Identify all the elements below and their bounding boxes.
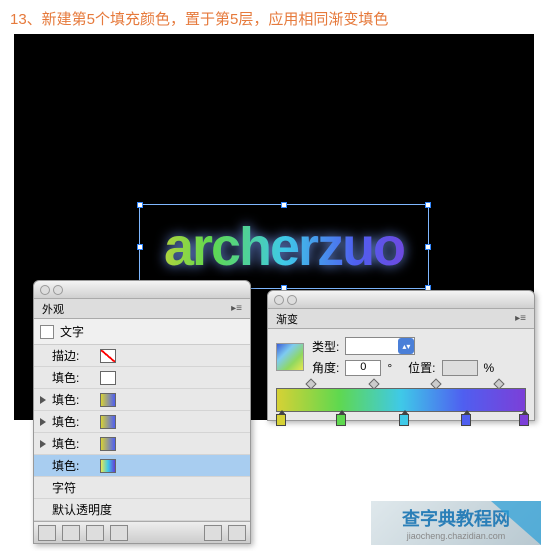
panel-titlebar[interactable] [268,291,534,309]
row-label: 填色: [52,435,100,452]
position-label: 位置: [408,359,435,376]
appearance-panel[interactable]: 外观 ▸≡ 文字 描边: 填色: 填色: 填色: 填色: [33,280,251,544]
watermark: 查字典教程网 jiaocheng.chazidian.com [371,501,541,545]
stroke-swatch-none[interactable] [100,349,116,363]
close-dot[interactable] [40,285,50,295]
tab-appearance[interactable]: 外观 [42,301,64,317]
gradient-stop[interactable] [461,414,471,426]
row-characters[interactable]: 字符 [34,477,250,499]
resize-handle-ml[interactable] [137,244,143,250]
position-unit: % [484,361,495,375]
gradient-stop[interactable] [336,414,346,426]
new-fill-icon[interactable] [38,525,56,541]
minimize-dot[interactable] [53,285,63,295]
close-dot[interactable] [274,295,284,305]
row-label: 默认透明度 [52,501,112,518]
gradient-panel[interactable]: 渐变 ▸≡ 类型: ▴▾ 角度: 0 ° 位置: % [267,290,535,421]
row-label: 字符 [52,479,76,496]
target-label: 文字 [60,323,84,340]
row-label: 填色: [52,457,100,474]
gradient-bar[interactable] [276,388,526,412]
gradient-stop[interactable] [276,414,286,426]
row-default-opacity[interactable]: 默认透明度 [34,499,250,521]
angle-input[interactable]: 0 [345,360,381,376]
appearance-target: 文字 [34,319,250,345]
minimize-dot[interactable] [287,295,297,305]
panel-tabs: 渐变 ▸≡ [268,309,534,329]
target-swatch [40,325,54,339]
gradient-preview-swatch[interactable] [276,343,304,371]
logo-text[interactable]: archerzuo [140,205,428,290]
resize-handle-tr[interactable] [425,202,431,208]
panel-menu-icon[interactable]: ▸≡ [231,303,242,314]
angle-label: 角度: [312,359,339,376]
gradient-stop[interactable] [519,414,529,426]
position-input[interactable] [442,360,478,376]
row-label: 描边: [52,347,100,364]
expand-triangle-icon[interactable] [40,418,46,426]
expand-triangle-icon[interactable] [40,396,46,404]
panel-tabs: 外观 ▸≡ [34,299,250,319]
fx-icon[interactable] [86,525,104,541]
selection-bounds[interactable]: archerzuo archerzuo [139,204,429,289]
watermark-triangle-icon [491,501,541,545]
resize-handle-mr[interactable] [425,244,431,250]
fill-swatch-white[interactable] [100,371,116,385]
row-label: 填色: [52,413,100,430]
gradient-type-select[interactable]: ▴▾ [345,337,415,355]
panel-footer [34,521,250,543]
row-label: 填色: [52,391,100,408]
expand-triangle-icon[interactable] [40,440,46,448]
fill-swatch-gradient[interactable] [100,437,116,451]
panel-titlebar[interactable] [34,281,250,299]
fill-swatch-gradient[interactable] [100,393,116,407]
step-instruction: 13、新建第5个填充颜色，置于第5层，应用相同渐变填色 [0,0,547,37]
gradient-ramp[interactable] [276,388,526,412]
fill-swatch-gradient-selected[interactable] [100,459,116,473]
row-fill-4[interactable]: 填色: [34,433,250,455]
degree-symbol: ° [387,361,392,375]
duplicate-icon[interactable] [204,525,222,541]
row-label: 填色: [52,369,100,386]
row-fill-5-selected[interactable]: 填色: [34,455,250,477]
gradient-stop[interactable] [399,414,409,426]
type-label: 类型: [312,338,339,355]
fill-swatch-gradient[interactable] [100,415,116,429]
resize-handle-tl[interactable] [137,202,143,208]
dropdown-arrows-icon: ▴▾ [398,338,414,354]
row-fill-3[interactable]: 填色: [34,411,250,433]
clear-icon[interactable] [110,525,128,541]
new-stroke-icon[interactable] [62,525,80,541]
row-fill-1[interactable]: 填色: [34,367,250,389]
row-stroke[interactable]: 描边: [34,345,250,367]
resize-handle-tm[interactable] [281,202,287,208]
trash-icon[interactable] [228,525,246,541]
panel-menu-icon[interactable]: ▸≡ [515,313,526,324]
row-fill-2[interactable]: 填色: [34,389,250,411]
tab-gradient[interactable]: 渐变 [276,311,298,327]
